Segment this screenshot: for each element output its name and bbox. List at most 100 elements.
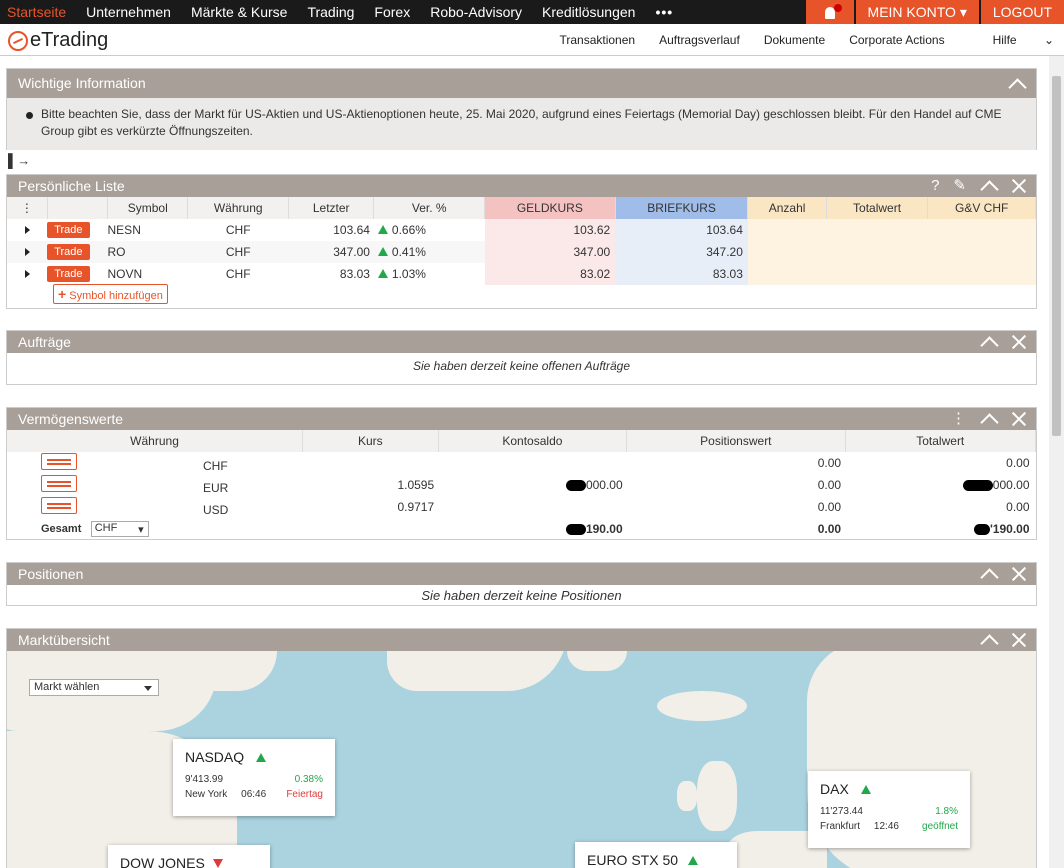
index-card-euro-stoxx-50[interactable]: EURO STX 50 bbox=[575, 842, 737, 868]
total-position: 0.00 bbox=[817, 522, 842, 536]
index-card-dow-jones[interactable]: DOW JONES bbox=[108, 845, 270, 868]
sub-navigation: Transaktionen Auftragsverlauf Dokumente … bbox=[535, 33, 1054, 47]
asset-currency-cell: EUR bbox=[203, 481, 229, 495]
transfer-icon[interactable] bbox=[41, 497, 77, 514]
edit-pencil-icon[interactable]: ✎ bbox=[953, 175, 966, 197]
col-quantity[interactable]: Anzahl bbox=[747, 197, 827, 219]
market-select[interactable]: Markt wählen bbox=[29, 679, 159, 696]
asset-currency-cell: CHF bbox=[203, 459, 228, 473]
close-icon[interactable] bbox=[1012, 633, 1026, 647]
col-ask[interactable]: BRIEFKURS bbox=[615, 197, 749, 219]
secondary-header: eTrading Transaktionen Auftragsverlauf D… bbox=[0, 24, 1064, 56]
close-icon[interactable] bbox=[1012, 567, 1026, 581]
collapse-icon[interactable] bbox=[980, 414, 998, 424]
close-icon[interactable] bbox=[1012, 179, 1026, 193]
brand-logo[interactable]: eTrading bbox=[8, 29, 108, 52]
bid-cell[interactable]: 347.00 bbox=[484, 241, 616, 263]
redaction-mark bbox=[962, 480, 993, 492]
market-title: Marktübersicht bbox=[18, 632, 110, 648]
ask-cell[interactable]: 347.20 bbox=[615, 241, 748, 263]
expand-row-icon[interactable] bbox=[24, 226, 30, 234]
pnl-cell bbox=[927, 219, 1036, 241]
pnl-cell bbox=[927, 241, 1036, 263]
up-arrow-icon bbox=[256, 753, 267, 762]
expand-row-icon[interactable] bbox=[24, 248, 30, 256]
balance-cell: 000.00 bbox=[585, 478, 623, 492]
nav-more-button[interactable]: ••• bbox=[655, 4, 673, 20]
trade-button[interactable]: Trade bbox=[47, 222, 90, 238]
symbol-cell[interactable]: NOVN bbox=[108, 263, 188, 285]
positions-panel: Positionen Sie haben derzeit keine Posit… bbox=[6, 562, 1037, 606]
column-menu-icon[interactable]: ⋮ bbox=[7, 197, 48, 219]
collapse-icon[interactable] bbox=[980, 181, 998, 191]
watchlist-header: Persönliche Liste ? ✎ bbox=[7, 175, 1036, 197]
subnav-corporate-actions[interactable]: Corporate Actions bbox=[849, 33, 944, 47]
table-row: USD 0.9717 0.00 0.00 bbox=[7, 496, 1036, 518]
nav-trading[interactable]: Trading bbox=[307, 4, 354, 20]
ask-cell[interactable]: 83.03 bbox=[615, 263, 748, 285]
page-scrollbar[interactable] bbox=[1049, 56, 1064, 868]
assets-header: Vermögenswerte ⋮ bbox=[7, 408, 1036, 430]
collapse-icon[interactable] bbox=[980, 337, 998, 347]
more-options-icon[interactable]: ⋮ bbox=[951, 408, 966, 430]
collapse-icon[interactable] bbox=[980, 569, 998, 579]
close-icon[interactable] bbox=[1012, 335, 1026, 349]
expand-row-icon[interactable] bbox=[24, 270, 30, 278]
col-position-value: Positionswert bbox=[626, 430, 846, 452]
asset-currency-cell: USD bbox=[203, 503, 229, 517]
help-icon[interactable]: ? bbox=[931, 175, 939, 197]
position-value-cell: 0.00 bbox=[817, 478, 842, 492]
map-land bbox=[677, 781, 697, 811]
subnav-auftragsverlauf[interactable]: Auftragsverlauf bbox=[659, 33, 740, 47]
index-card-nasdaq[interactable]: NASDAQ 9'413.99 0.38% New York 06:46 Feier… bbox=[173, 739, 335, 816]
bell-icon bbox=[824, 7, 835, 19]
account-menu-button[interactable]: MEIN KONTO ▾ bbox=[855, 0, 979, 24]
subnav-transaktionen[interactable]: Transaktionen bbox=[559, 33, 635, 47]
col-change[interactable]: Ver. % bbox=[373, 197, 485, 219]
transfer-icon[interactable] bbox=[41, 475, 77, 492]
collapse-icon[interactable] bbox=[980, 635, 998, 645]
nav-maerkte-kurse[interactable]: Märkte & Kurse bbox=[191, 4, 287, 20]
total-currency-select[interactable]: CHF ▾ bbox=[90, 521, 149, 537]
trade-button[interactable]: Trade bbox=[47, 244, 90, 260]
col-bid[interactable]: GELDKURS bbox=[484, 197, 616, 219]
collapse-icon[interactable] bbox=[1008, 79, 1026, 89]
quantity-cell bbox=[747, 219, 827, 241]
col-symbol[interactable]: Symbol bbox=[107, 197, 189, 219]
market-map[interactable]: Markt wählen NASDAQ 9'413.99 0.38% New Yo… bbox=[7, 651, 1036, 868]
col-total[interactable]: Totalwert bbox=[826, 197, 929, 219]
col-last[interactable]: Letzter bbox=[288, 197, 375, 219]
account-label: MEIN KONTO bbox=[867, 4, 956, 20]
index-city: New York bbox=[185, 789, 228, 800]
col-total-value: Totalwert bbox=[845, 430, 1037, 452]
bid-cell[interactable]: 83.02 bbox=[484, 263, 616, 285]
subnav-dokumente[interactable]: Dokumente bbox=[764, 33, 825, 47]
notifications-button[interactable] bbox=[805, 0, 854, 24]
trade-button[interactable]: Trade bbox=[47, 266, 90, 282]
col-currency[interactable]: Währung bbox=[187, 197, 289, 219]
trend-logo-icon bbox=[8, 30, 28, 51]
table-row: EUR 1.0595 000.00 0.00 000.00 bbox=[7, 474, 1036, 496]
subnav-hilfe[interactable]: Hilfe ⌄ bbox=[969, 33, 1054, 47]
transfer-icon[interactable] bbox=[41, 453, 77, 470]
close-icon[interactable] bbox=[1012, 412, 1026, 426]
nav-unternehmen[interactable]: Unternehmen bbox=[86, 4, 171, 20]
nav-kreditloesungen[interactable]: Kreditlösungen bbox=[542, 4, 635, 20]
market-select-label: Markt wählen bbox=[34, 681, 100, 693]
last-cell: 347.00 bbox=[333, 245, 370, 259]
positions-header: Positionen bbox=[7, 563, 1036, 585]
symbol-cell[interactable]: RO bbox=[108, 241, 188, 263]
col-pnl[interactable]: G&V CHF bbox=[927, 197, 1036, 219]
nav-robo-advisory[interactable]: Robo-Advisory bbox=[430, 4, 522, 20]
logout-button[interactable]: LOGOUT bbox=[980, 0, 1064, 24]
scrollbar-thumb[interactable] bbox=[1052, 76, 1061, 436]
nav-startseite[interactable]: Startseite bbox=[7, 4, 66, 20]
bid-cell[interactable]: 103.62 bbox=[484, 219, 616, 241]
nav-forex[interactable]: Forex bbox=[374, 4, 410, 20]
ask-cell[interactable]: 103.64 bbox=[615, 219, 748, 241]
add-symbol-button[interactable]: + Symbol hinzufügen bbox=[53, 284, 168, 304]
orders-header: Aufträge bbox=[7, 331, 1036, 353]
expand-sidebar-icon[interactable]: ▌→ bbox=[8, 153, 30, 168]
index-card-dax[interactable]: DAX 11'273.44 1.8% Frankfurt 12:46 geöffne… bbox=[808, 771, 970, 848]
symbol-cell[interactable]: NESN bbox=[108, 219, 188, 241]
